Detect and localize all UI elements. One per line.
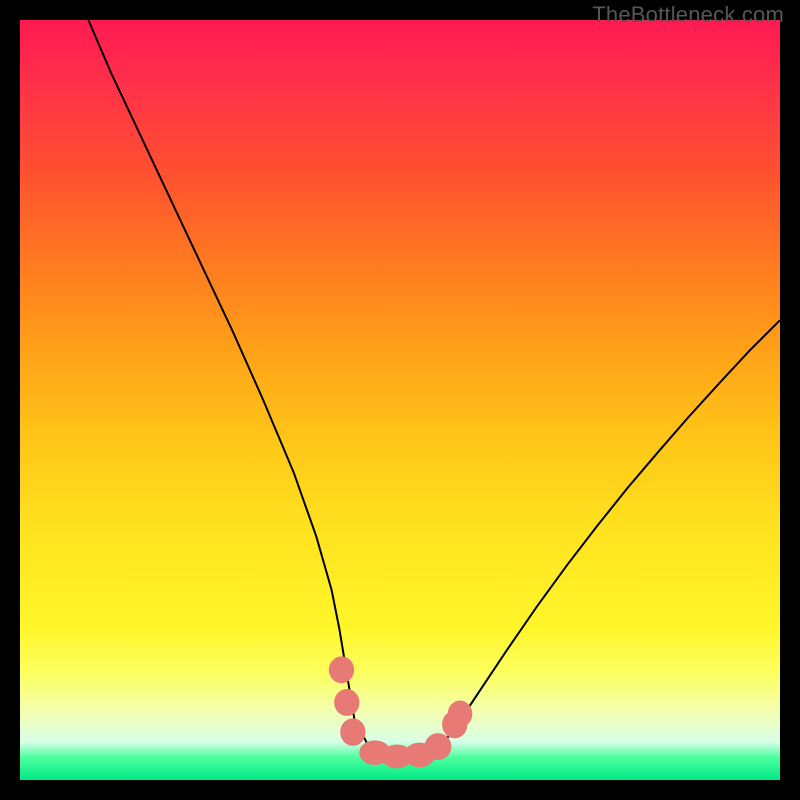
watermark-text: TheBottleneck.com	[592, 2, 784, 28]
marker-dot	[341, 719, 365, 746]
marker-dot	[448, 701, 472, 727]
curve-svg	[20, 20, 780, 780]
plot-area	[20, 20, 780, 780]
marker-dot	[425, 734, 451, 760]
marker-dot	[335, 690, 359, 716]
marker-group	[329, 657, 472, 768]
main-curve	[88, 20, 780, 756]
marker-dot	[329, 657, 353, 683]
chart-frame: TheBottleneck.com	[0, 0, 800, 800]
